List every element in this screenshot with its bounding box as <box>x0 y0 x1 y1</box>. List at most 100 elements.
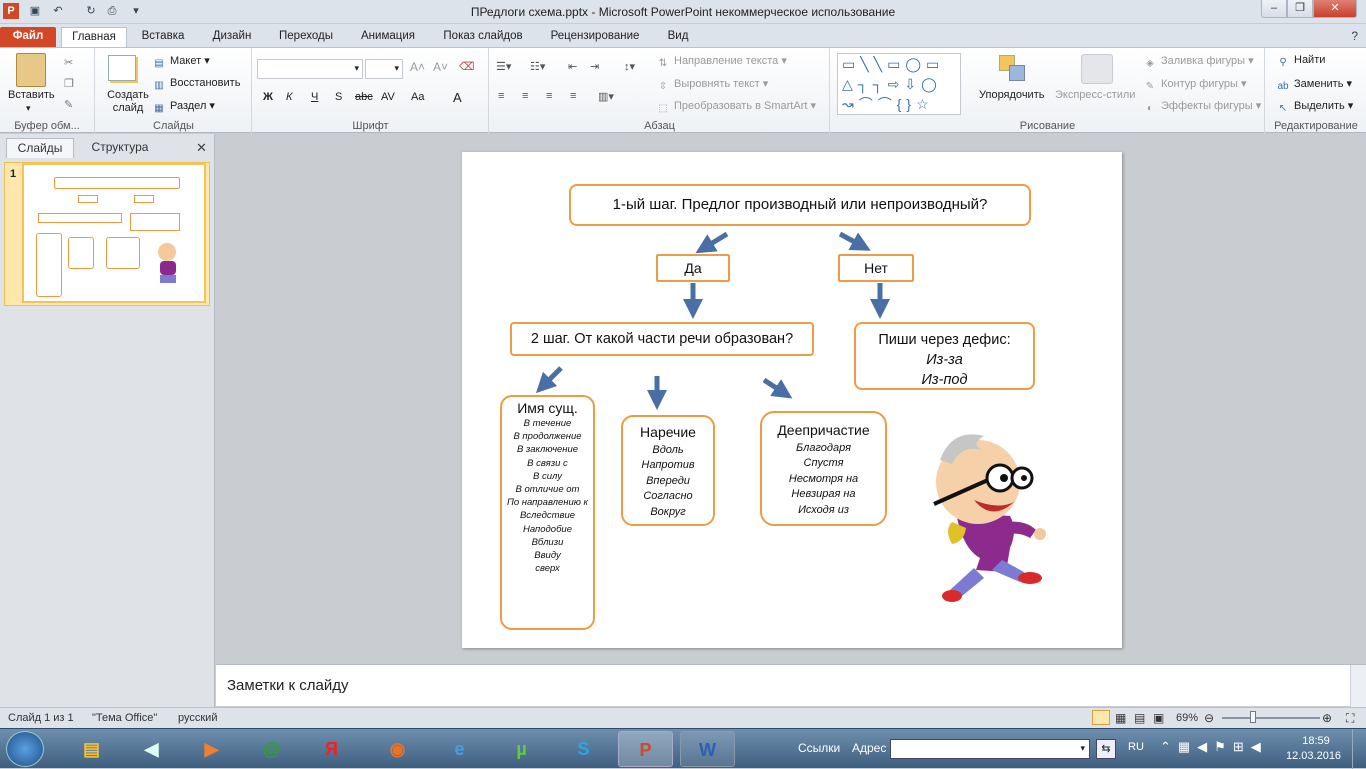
input-language[interactable]: RU <box>1128 741 1144 753</box>
shape-outline-button[interactable]: ✎ Контур фигуры ▾ <box>1143 77 1247 93</box>
zoom-in-icon[interactable]: ⊕ <box>1322 711 1332 725</box>
select-button[interactable]: ↖ Выделить ▾ <box>1276 99 1354 115</box>
fit-slide-icon[interactable]: ⛶ <box>1346 711 1354 726</box>
cut-icon[interactable]: ✂ <box>64 56 73 69</box>
step2-box[interactable]: 2 шаг. От какой части речи образован? <box>510 322 814 356</box>
go-icon[interactable]: ⇆ <box>1096 739 1116 759</box>
find-button[interactable]: ⚲ Найти <box>1276 54 1325 69</box>
hyphen-box[interactable]: Пиши через дефис: Из-за Из-под <box>854 322 1035 390</box>
grow-font-icon[interactable]: A˄ <box>410 60 425 74</box>
video-player-icon[interactable]: ▶ <box>184 731 239 767</box>
columns-icon[interactable]: ▥▾ <box>598 90 614 103</box>
bold-button[interactable]: Ж <box>263 91 273 103</box>
utorrent-icon[interactable]: µ <box>494 731 549 767</box>
start-button[interactable] <box>6 731 44 767</box>
quick-styles-icon[interactable] <box>1081 54 1113 84</box>
new-slide-icon[interactable] <box>108 55 136 81</box>
yandex-browser-icon[interactable]: Я <box>304 731 359 767</box>
shrink-font-icon[interactable]: A˅ <box>433 60 448 74</box>
yes-box[interactable]: Да <box>656 254 730 282</box>
clock-date[interactable]: 12.03.2016 <box>1286 750 1341 762</box>
address-input[interactable]: ▾ <box>890 739 1090 759</box>
italic-button[interactable]: К <box>286 91 292 103</box>
tab-animations[interactable]: Анимация <box>352 27 424 47</box>
underline-button[interactable]: Ч <box>311 91 318 103</box>
tab-review[interactable]: Рецензирование <box>540 27 650 47</box>
slide-thumbnail[interactable] <box>22 163 206 303</box>
slide-sorter-icon[interactable]: ▦ <box>1115 711 1126 725</box>
shape-fill-button[interactable]: ◈ Заливка фигуры ▾ <box>1143 54 1253 70</box>
numbering-icon[interactable]: ☷▾ <box>530 60 545 73</box>
align-text-button[interactable]: ⇳ Выровнять текст ▾ <box>656 77 768 93</box>
tab-view[interactable]: Вид <box>660 27 696 47</box>
zoom-slider-thumb[interactable] <box>1250 711 1256 723</box>
media-player-icon[interactable]: ◀ <box>124 731 179 767</box>
font-name-combo[interactable]: ▾ <box>257 59 363 79</box>
shapes-gallery[interactable]: ▭╲╲▭◯▭ △┐┐⇨⇩◯ ↝⌒⌒{}☆ <box>837 53 961 115</box>
tab-file[interactable]: Файл <box>0 27 56 47</box>
tray-icons[interactable]: ⌃▦◀⚑⊞◀ <box>1160 739 1268 755</box>
show-desktop-button[interactable] <box>1352 729 1366 769</box>
zoom-level[interactable]: 69% <box>1176 712 1198 724</box>
strikethrough-button[interactable]: abc <box>355 91 373 103</box>
tab-slides[interactable]: Слайды <box>6 138 74 158</box>
close-button[interactable]: ✕ <box>1313 0 1357 18</box>
slide[interactable]: 1-ый шаг. Предлог производный или непрои… <box>462 152 1122 648</box>
shape-effects-button[interactable]: ◐ Эффекты фигуры ▾ <box>1143 99 1261 115</box>
tab-outline[interactable]: Структура <box>80 138 160 158</box>
line-spacing-icon[interactable]: ↕▾ <box>624 60 635 73</box>
decrease-indent-icon[interactable]: ⇤ <box>568 60 577 73</box>
arrange-icon[interactable] <box>997 53 1029 85</box>
slideshow-icon[interactable]: ▣ <box>1153 711 1164 725</box>
bullets-icon[interactable]: ☰▾ <box>496 60 511 73</box>
layout-button[interactable]: ▤ Макет ▾ <box>152 54 209 70</box>
powerpoint-task-icon[interactable]: P <box>618 731 673 767</box>
quick-styles-button[interactable]: Экспресс-стили <box>1055 89 1135 101</box>
paste-button[interactable]: Вставить <box>8 89 55 101</box>
gerund-box[interactable]: Деепричастие Благодаря Спустя Несмотря н… <box>760 411 887 526</box>
firefox-icon[interactable]: ◉ <box>370 731 425 767</box>
paste-icon[interactable] <box>16 53 46 87</box>
noun-box[interactable]: Имя сущ. В течение В продолжение В заклю… <box>500 395 595 630</box>
reset-button[interactable]: ▥ Восстановить <box>152 77 240 92</box>
status-language[interactable]: русский <box>178 712 217 724</box>
notes-pane[interactable]: Заметки к слайду <box>216 664 1366 707</box>
clock-time[interactable]: 18:59 <box>1296 735 1336 747</box>
internet-explorer-icon[interactable]: e <box>432 731 487 767</box>
skype-icon[interactable]: S <box>556 731 611 767</box>
mail-ru-agent-icon[interactable]: @ <box>244 731 299 767</box>
no-box[interactable]: Нет <box>838 254 914 282</box>
char-spacing-button[interactable]: AV <box>381 91 395 103</box>
shadow-button[interactable]: S <box>335 91 342 103</box>
increase-indent-icon[interactable]: ⇥ <box>590 60 599 73</box>
zoom-slider[interactable] <box>1222 717 1320 719</box>
adverb-box[interactable]: Наречие Вдоль Напротив Впереди Согласно … <box>621 415 715 526</box>
notes-scrollbar[interactable] <box>1350 665 1366 707</box>
reading-view-icon[interactable]: ▤ <box>1134 711 1145 725</box>
paste-dropdown-icon[interactable]: ▾ <box>26 103 31 114</box>
zoom-out-icon[interactable]: ⊖ <box>1204 711 1214 725</box>
step1-box[interactable]: 1-ый шаг. Предлог производный или непрои… <box>569 184 1031 226</box>
tab-design[interactable]: Дизайн <box>204 27 260 47</box>
arrange-button[interactable]: Упорядочить <box>979 89 1044 101</box>
align-right-icon[interactable]: ≡ <box>546 90 552 102</box>
format-painter-icon[interactable]: ✎ <box>64 98 73 111</box>
close-pane-icon[interactable]: ✕ <box>196 140 207 156</box>
justify-icon[interactable]: ≡ <box>570 90 576 102</box>
tab-home[interactable]: Главная <box>61 27 127 47</box>
links-toolbar-label[interactable]: Ссылки <box>798 741 840 755</box>
clear-format-icon[interactable]: ⌫ <box>459 60 475 73</box>
maximize-button[interactable]: ❐ <box>1287 0 1313 18</box>
change-case-button[interactable]: Aa <box>411 91 424 103</box>
explorer-icon[interactable]: ▤ <box>64 731 119 767</box>
font-color-button[interactable]: A <box>453 90 462 105</box>
copy-icon[interactable]: ❐ <box>64 77 74 90</box>
align-center-icon[interactable]: ≡ <box>522 90 528 102</box>
tab-transitions[interactable]: Переходы <box>270 27 342 47</box>
tab-slideshow[interactable]: Показ слайдов <box>436 27 530 47</box>
normal-view-icon[interactable] <box>1092 710 1110 725</box>
word-task-icon[interactable]: W <box>680 731 735 767</box>
tab-insert[interactable]: Вставка <box>135 27 191 47</box>
help-icon[interactable]: ? <box>1351 29 1358 43</box>
minimize-button[interactable]: – <box>1261 0 1287 18</box>
